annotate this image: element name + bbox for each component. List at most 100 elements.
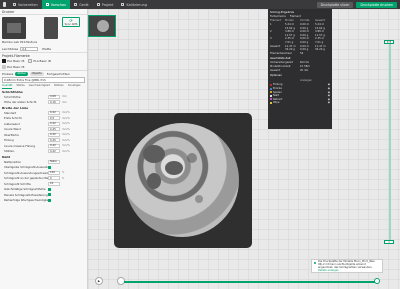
param-value[interactable]: 0.5 [48, 116, 60, 121]
model-detail [165, 161, 183, 175]
feature-swatch [270, 94, 272, 97]
process-label: Prozess [2, 71, 14, 76]
plate-block[interactable]: Textura [26, 17, 58, 44]
filament-item[interactable]: PLA Basic (B [2, 59, 24, 63]
param-label: Reihenfolge Wischgeschwindigkeit [4, 198, 48, 203]
param-unit: % [62, 171, 65, 175]
param-value[interactable]: 0.42 [48, 121, 60, 126]
move-slider-end-handle[interactable] [374, 278, 380, 284]
feature-label: Retract [273, 97, 283, 101]
param-label: Schrägnaht Schritte [4, 181, 31, 186]
process-preset-select[interactable]: 0.08mm Extra Fine @BBL P1S [2, 77, 85, 83]
param-checkbox[interactable] [48, 165, 51, 169]
eye-icon[interactable]: ◉ [328, 83, 330, 86]
tab-prepare[interactable]: Vorbereiten [9, 0, 42, 9]
time-label: Gesamt [270, 68, 281, 72]
plate-thumbnail[interactable] [88, 15, 116, 37]
eye-icon[interactable]: ◉ [328, 101, 330, 104]
param-value[interactable]: 0.42 [48, 143, 60, 148]
settings-panel: Drucker Bambu Lab P1S Textura ⟳ Sync AMS… [0, 9, 88, 289]
printer-block[interactable]: Bambu Lab P1S [2, 17, 26, 44]
param-unit: mm/% [62, 149, 70, 153]
tab-preview[interactable]: Vorschau [41, 0, 71, 9]
param-value[interactable]: 0.42 [48, 149, 60, 154]
param-unit: mm/% [62, 144, 70, 148]
slice-plate-button[interactable]: Druckplatte slicen [316, 1, 354, 8]
sync-label: Sync AMS [64, 22, 78, 26]
param-value[interactable]: 0.45 [48, 127, 60, 132]
advanced-label[interactable]: Fortgeschritten [47, 72, 70, 76]
param-label: Standard [4, 110, 17, 115]
layer-slider-bottom-handle[interactable]: 1 [384, 240, 394, 244]
eye-icon[interactable]: ◉ [328, 91, 330, 94]
subtab-others[interactable]: Sonstiges [68, 84, 81, 89]
param-value[interactable]: 0 [48, 176, 60, 181]
stats-cell: 34.20 g [315, 48, 325, 52]
print-plate-button[interactable]: Druckplatte drucken [356, 1, 397, 8]
param-value[interactable]: 10 [48, 181, 60, 186]
param-label: Füllung [4, 138, 14, 143]
filament-label: PLA Basic (B [33, 59, 51, 63]
feature-row[interactable]: Wipe ◉ [270, 101, 330, 105]
feature-swatch [270, 83, 272, 86]
filament-label: PLA Basic (B [7, 65, 25, 69]
color-scheme-label: Farbschema [270, 14, 286, 18]
top-bar: Vorbereiten Vorschau Gerät Projekt Kalib… [0, 0, 400, 9]
slice-results-panel: Slicing-Ergebnis Farbschema Filament Fila… [268, 9, 332, 129]
param-value[interactable]: 0.08 [48, 94, 60, 99]
sync-ams-button[interactable]: ⟳ Sync AMS [62, 17, 80, 27]
param-label: Stützen [4, 149, 15, 154]
param-label: Nahtposition [4, 159, 22, 164]
play-button[interactable]: ▶ [95, 277, 103, 285]
tab-device[interactable]: Gerät [70, 0, 93, 9]
param-value[interactable]: 0.42 [48, 132, 60, 137]
filament-swatch [28, 59, 33, 63]
param-label: Schrägnaht an der geplanten Wand [4, 176, 48, 181]
objects-toggle[interactable]: Objekte [29, 71, 44, 76]
param-value[interactable]: 0.45 [48, 138, 60, 143]
tab-calibration[interactable]: Kalibrierung [117, 0, 151, 9]
param-label: Oberfläche [4, 132, 19, 137]
moon-model[interactable] [125, 123, 239, 237]
color-scheme-select[interactable]: Filament [290, 15, 301, 18]
eye-icon[interactable]: ◉ [328, 94, 330, 97]
filament-item[interactable]: PLA Basic (B [2, 65, 24, 69]
layer-slider-top-handle[interactable]: 575 [384, 40, 394, 44]
param-row: Reihenfolge Wischgeschwindigkeit [0, 198, 87, 204]
app-window: Vorbereiten Vorschau Gerät Projekt Kalib… [0, 0, 400, 289]
nozzle-label: Leichtdüse [2, 47, 19, 51]
subtab-speed[interactable]: Geschwindigkeit [29, 84, 50, 89]
notification-toast: Die Druckplatte der Modelle Moon_Print_(… [311, 259, 383, 273]
notification-link[interactable]: Details anzeigen [318, 269, 339, 272]
model-detail [147, 173, 161, 189]
param-unit: mm/% [62, 138, 70, 142]
param-value[interactable]: 0.42 [48, 110, 60, 115]
printer-name: Bambu Lab P1S [2, 40, 26, 44]
tab-label: Projekt [101, 2, 114, 7]
nozzle-select[interactable]: 0.4 [20, 47, 39, 51]
global-toggle[interactable]: Global [15, 71, 28, 76]
subtab-strength[interactable]: Stärke [16, 84, 24, 89]
eye-icon[interactable]: ◉ [328, 87, 330, 90]
param-checkbox[interactable] [48, 187, 51, 191]
filament-item[interactable]: PLA Basic (B [28, 59, 51, 63]
subtab-quality[interactable]: Qualität [2, 84, 13, 89]
param-label: Intelligente Schrägnaht-Anwendung [4, 165, 48, 170]
tab-project[interactable]: Projekt [93, 0, 118, 9]
param-checkbox[interactable] [48, 198, 51, 202]
param-checkbox[interactable] [48, 193, 51, 197]
move-slider-track[interactable] [124, 281, 378, 283]
layer-slider-track[interactable] [389, 44, 391, 242]
param-label: Innere Wand [4, 127, 21, 132]
model-detail [187, 153, 197, 163]
eye-icon[interactable]: ◉ [328, 98, 330, 101]
param-value[interactable]: 150 [48, 170, 60, 175]
param-value[interactable]: Nahe [48, 159, 60, 164]
param-label: Außenwand [4, 121, 20, 126]
project-icon [96, 3, 100, 6]
preview-viewport[interactable] [88, 9, 400, 289]
param-unit: mm [62, 100, 67, 104]
subtab-support[interactable]: Stützen [54, 84, 64, 89]
printer-icon [2, 17, 26, 39]
param-value[interactable]: 0.16 [48, 100, 60, 105]
